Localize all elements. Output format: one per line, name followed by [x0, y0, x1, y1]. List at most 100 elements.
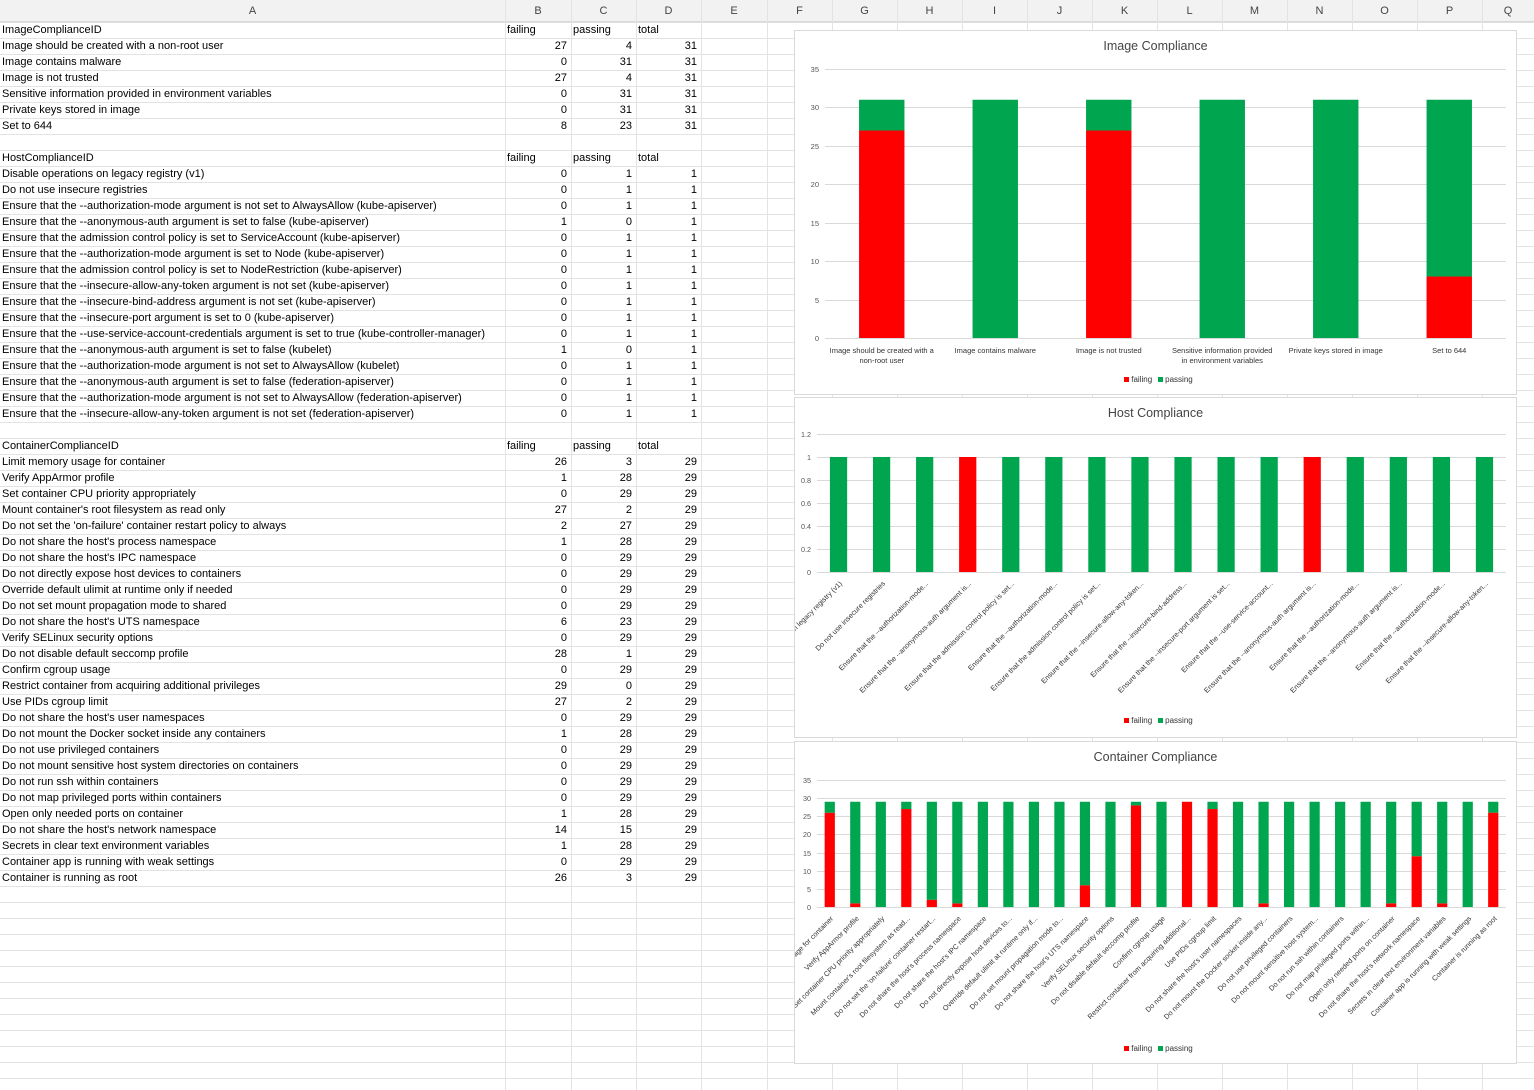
bar-failing-4[interactable] [926, 899, 937, 907]
value-cell[interactable]: 0 [505, 182, 567, 198]
row-label-cell[interactable]: Do not set mount propagation mode to sha… [2, 598, 226, 614]
value-cell[interactable]: 1 [636, 246, 697, 262]
value-cell[interactable]: 29 [571, 598, 632, 614]
column-header-a[interactable]: A [0, 0, 505, 22]
value-cell[interactable]: 29 [636, 646, 697, 662]
value-cell[interactable]: 4 [571, 38, 632, 54]
value-cell[interactable]: 29 [636, 582, 697, 598]
value-cell[interactable]: 31 [571, 86, 632, 102]
value-cell[interactable]: 1 [505, 806, 567, 822]
value-cell[interactable]: 1 [636, 262, 697, 278]
bar-passing-14[interactable] [1432, 457, 1451, 572]
value-cell[interactable]: 29 [636, 614, 697, 630]
value-cell[interactable]: 29 [571, 790, 632, 806]
value-cell[interactable]: 31 [636, 54, 697, 70]
bar-failing-5[interactable] [952, 903, 963, 907]
bar-passing-5[interactable] [952, 801, 963, 904]
value-cell[interactable]: 1 [505, 214, 567, 230]
value-cell[interactable]: 29 [636, 534, 697, 550]
row-label-cell[interactable]: Do not share the host's UTS namespace [2, 614, 200, 630]
bar-passing-7[interactable] [1131, 457, 1149, 572]
bar-failing-5[interactable] [1426, 276, 1472, 338]
row-label-cell[interactable]: Ensure that the --anonymous-auth argumen… [2, 342, 332, 358]
value-cell[interactable]: 31 [636, 102, 697, 118]
value-cell[interactable]: 1 [571, 646, 632, 662]
value-cell[interactable]: 1 [505, 838, 567, 854]
bar-passing-10[interactable] [1260, 457, 1278, 572]
value-cell[interactable]: 29 [636, 790, 697, 806]
value-cell[interactable]: 0 [505, 486, 567, 502]
value-cell[interactable]: 0 [505, 102, 567, 118]
bar-passing-6[interactable] [977, 801, 988, 907]
value-cell[interactable]: 1 [571, 198, 632, 214]
value-cell[interactable]: 0 [505, 598, 567, 614]
row-label-cell[interactable]: Image is not trusted [2, 70, 99, 86]
value-cell[interactable]: 29 [571, 710, 632, 726]
value-cell[interactable]: 1 [571, 310, 632, 326]
bar-passing-26[interactable] [1488, 801, 1499, 813]
value-cell[interactable]: 1 [636, 278, 697, 294]
row-label-cell[interactable]: Do not mount sensitive host system direc… [2, 758, 299, 774]
value-cell[interactable]: 2 [505, 518, 567, 534]
value-cell[interactable]: 29 [571, 662, 632, 678]
value-cell[interactable]: 0 [505, 230, 567, 246]
value-cell[interactable]: 0 [505, 710, 567, 726]
value-cell[interactable]: 29 [636, 454, 697, 470]
bar-passing-21[interactable] [1360, 801, 1371, 907]
value-cell[interactable]: 29 [636, 838, 697, 854]
bar-passing-5[interactable] [1426, 99, 1472, 277]
bar-passing-4[interactable] [1313, 99, 1359, 338]
row-label-cell[interactable]: Ensure that the --authorization-mode arg… [2, 198, 437, 214]
bar-passing-15[interactable] [1475, 457, 1494, 572]
value-cell[interactable]: 29 [636, 630, 697, 646]
column-header-q[interactable]: Q [1482, 0, 1534, 22]
image-compliance-chart[interactable]: Image Compliance 0 5 10 15 20 25 30 35 Image sho… [794, 30, 1517, 395]
row-label-cell[interactable]: Ensure that the --insecure-bind-address … [2, 294, 376, 310]
value-cell[interactable]: 3 [571, 870, 632, 886]
value-cell[interactable]: 28 [571, 838, 632, 854]
column-header-o[interactable]: O [1352, 0, 1417, 22]
value-cell[interactable]: 29 [636, 758, 697, 774]
row-label-cell[interactable]: Ensure that the --authorization-mode arg… [2, 358, 399, 374]
row-label-cell[interactable]: Ensure that the --anonymous-auth argumen… [2, 374, 394, 390]
column-header-i[interactable]: I [962, 0, 1027, 22]
table-header-cell[interactable]: passing [573, 438, 611, 454]
value-cell[interactable]: 29 [636, 502, 697, 518]
value-cell[interactable]: 23 [571, 614, 632, 630]
value-cell[interactable]: 1 [636, 342, 697, 358]
value-cell[interactable]: 0 [505, 310, 567, 326]
row-label-cell[interactable]: Container is running as root [2, 870, 137, 886]
value-cell[interactable]: 1 [636, 374, 697, 390]
value-cell[interactable]: 31 [636, 70, 697, 86]
row-label-cell[interactable]: Image contains malware [2, 54, 121, 70]
value-cell[interactable]: 0 [505, 358, 567, 374]
bar-passing-3[interactable] [1199, 99, 1245, 338]
row-label-cell[interactable]: Disable operations on legacy registry (v… [2, 166, 204, 182]
column-header-j[interactable]: J [1027, 0, 1092, 22]
bar-passing-9[interactable] [1217, 457, 1235, 572]
bar-passing-25[interactable] [1462, 801, 1473, 907]
value-cell[interactable]: 29 [571, 854, 632, 870]
value-cell[interactable]: 2 [571, 502, 632, 518]
row-label-cell[interactable]: Do not set the 'on-failure' container re… [2, 518, 286, 534]
value-cell[interactable]: 23 [571, 118, 632, 134]
value-cell[interactable]: 27 [505, 694, 567, 710]
row-label-cell[interactable]: Set to 644 [2, 118, 52, 134]
value-cell[interactable]: 27 [505, 38, 567, 54]
value-cell[interactable]: 28 [571, 806, 632, 822]
value-cell[interactable]: 29 [636, 710, 697, 726]
value-cell[interactable]: 1 [636, 214, 697, 230]
value-cell[interactable]: 0 [505, 774, 567, 790]
column-header-n[interactable]: N [1287, 0, 1352, 22]
bar-failing-0[interactable] [824, 812, 835, 907]
value-cell[interactable]: 0 [505, 262, 567, 278]
bar-failing-0[interactable] [859, 130, 905, 338]
value-cell[interactable]: 31 [636, 38, 697, 54]
value-cell[interactable]: 29 [636, 870, 697, 886]
column-header-p[interactable]: P [1417, 0, 1482, 22]
value-cell[interactable]: 1 [636, 406, 697, 422]
bar-passing-7[interactable] [1003, 801, 1014, 907]
row-label-cell[interactable]: Do not use privileged containers [2, 742, 159, 758]
bar-passing-23[interactable] [1411, 801, 1422, 857]
row-label-cell[interactable]: Ensure that the --authorization-mode arg… [2, 390, 462, 406]
